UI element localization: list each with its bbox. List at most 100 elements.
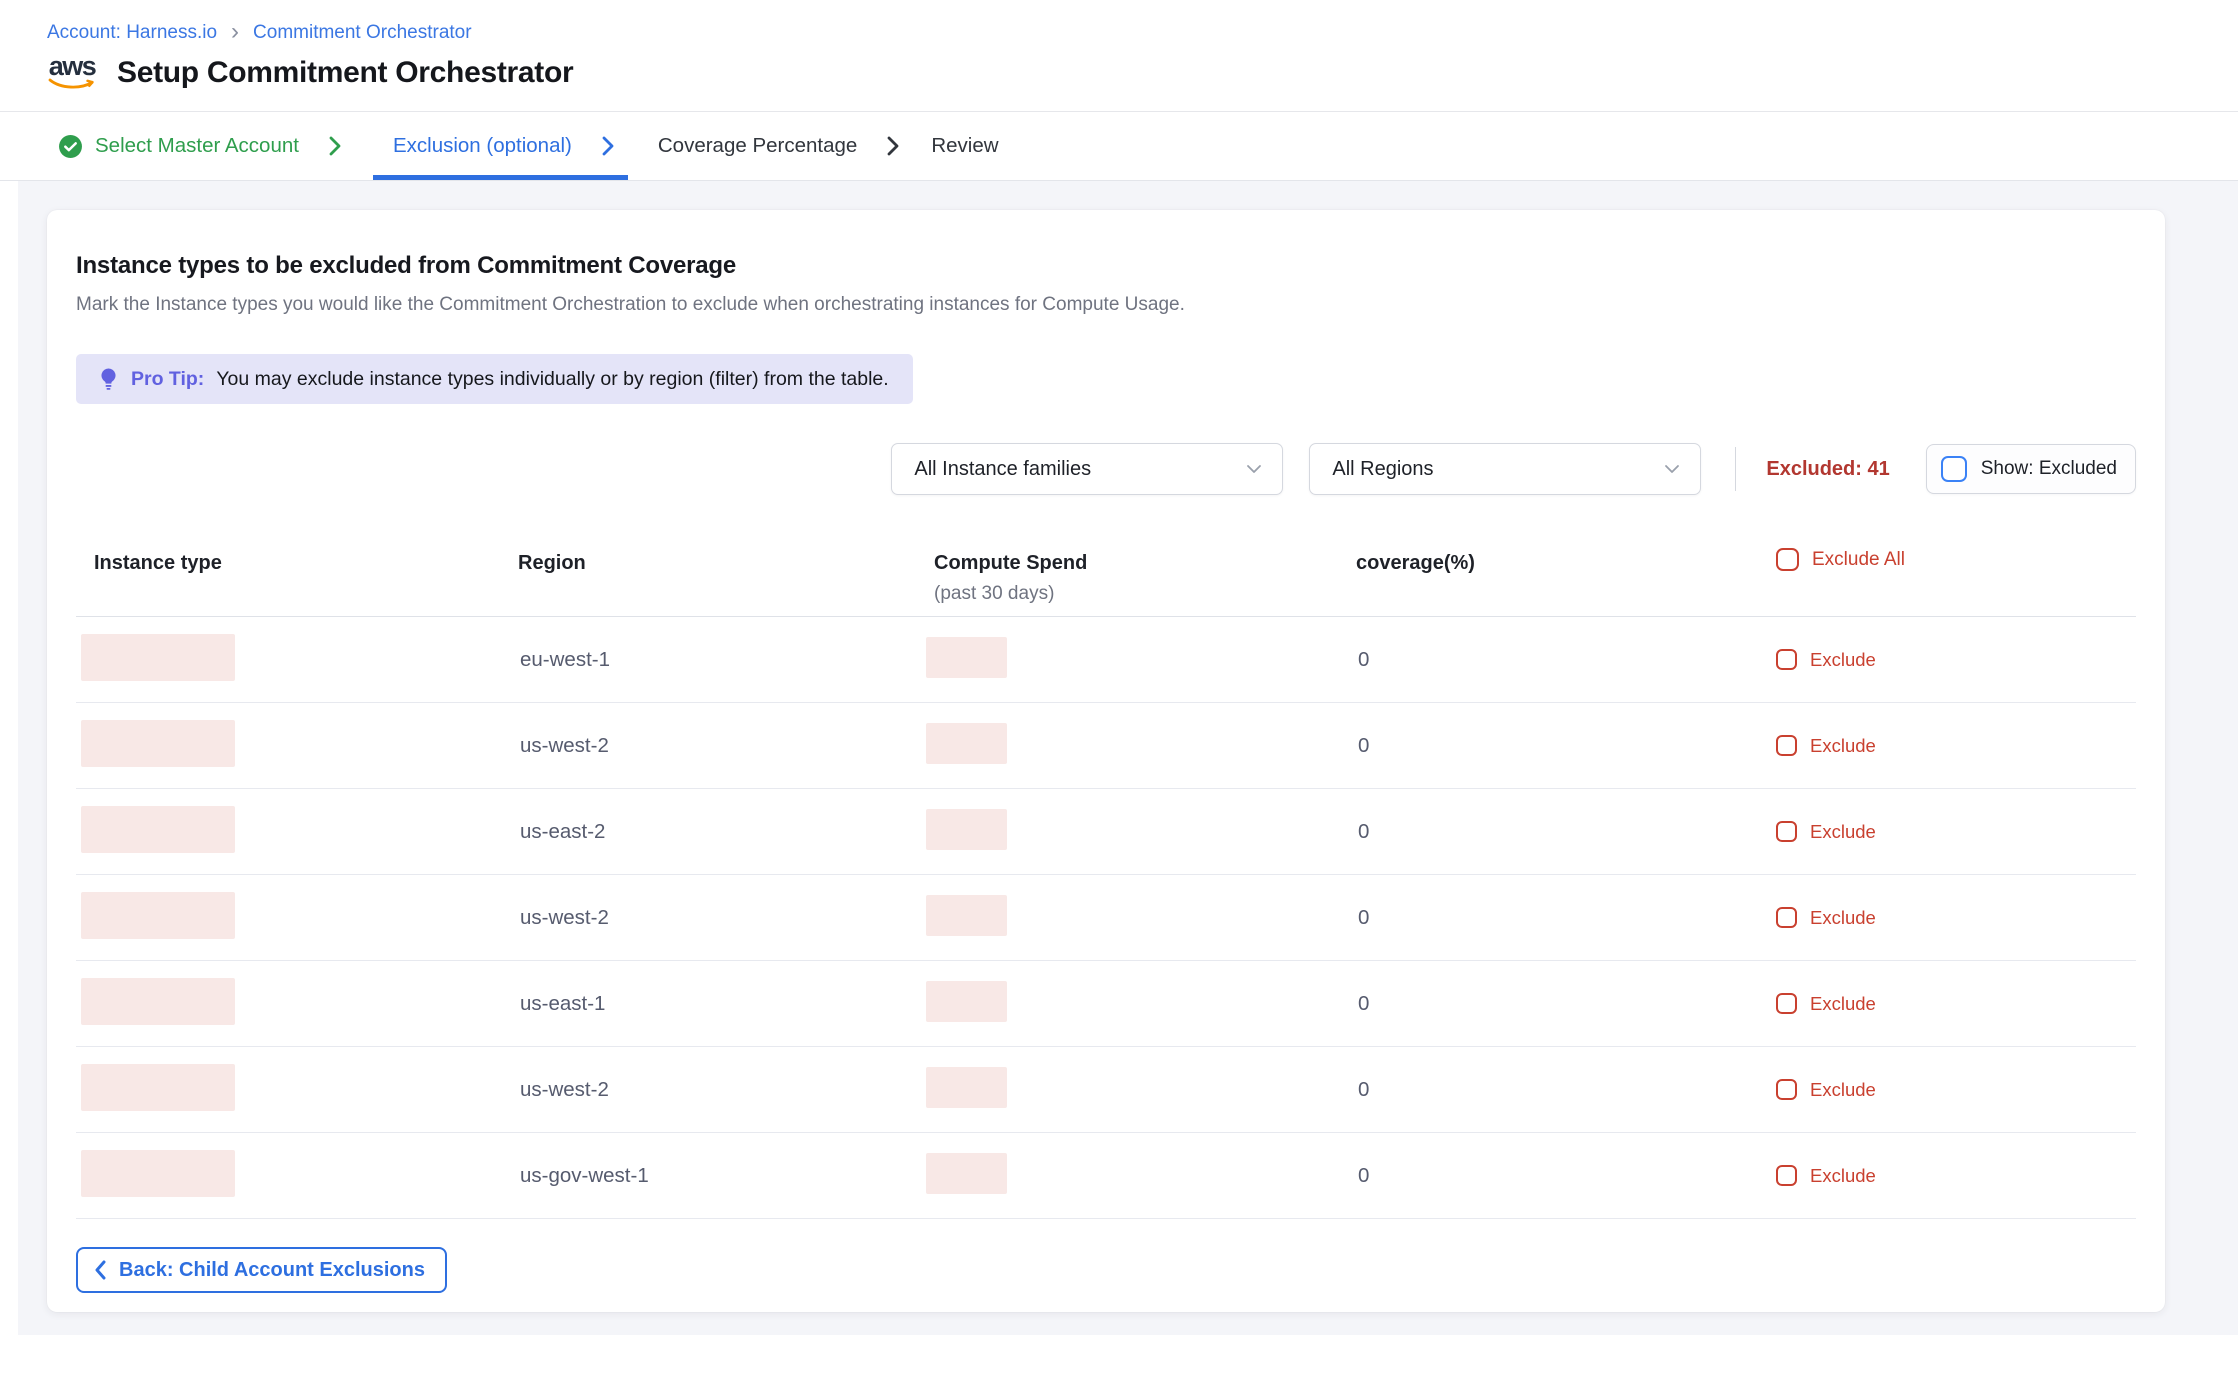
step-label: Coverage Percentage bbox=[658, 134, 857, 158]
chevron-left-icon bbox=[94, 1260, 107, 1280]
redacted-compute-spend bbox=[926, 1067, 1007, 1108]
show-excluded-checkbox[interactable] bbox=[1941, 456, 1967, 482]
exclude-checkbox[interactable] bbox=[1776, 993, 1797, 1014]
breadcrumb-separator-icon: › bbox=[231, 22, 239, 41]
chevron-right-icon bbox=[327, 134, 343, 158]
exclude-control[interactable]: Exclude bbox=[1768, 907, 2136, 929]
table-row: us-west-2 0 Exclude bbox=[76, 703, 2136, 789]
region-cell: us-gov-west-1 bbox=[510, 1164, 926, 1188]
lightbulb-icon bbox=[98, 366, 119, 392]
show-excluded-label: Show: Excluded bbox=[1981, 458, 2117, 480]
exclude-control[interactable]: Exclude bbox=[1768, 821, 2136, 843]
exclude-label: Exclude bbox=[1810, 907, 1876, 929]
pro-tip-banner: Pro Tip: You may exclude instance types … bbox=[76, 354, 913, 404]
table-row: us-gov-west-1 0 Exclude bbox=[76, 1133, 2136, 1219]
step-label: Exclusion (optional) bbox=[393, 134, 572, 158]
instance-families-select[interactable]: All Instance families bbox=[891, 443, 1283, 495]
exclude-all-label: Exclude All bbox=[1812, 549, 1905, 571]
region-cell: us-east-2 bbox=[510, 820, 926, 844]
back-button[interactable]: Back: Child Account Exclusions bbox=[76, 1247, 447, 1293]
exclude-checkbox[interactable] bbox=[1776, 1079, 1797, 1100]
redacted-instance-type bbox=[81, 978, 235, 1025]
redacted-instance-type bbox=[81, 634, 235, 681]
region-cell: us-west-2 bbox=[510, 734, 926, 758]
exclude-label: Exclude bbox=[1810, 1165, 1876, 1187]
redacted-compute-spend bbox=[926, 809, 1007, 850]
table-header: Instance type Region Compute Spend (past… bbox=[76, 546, 2136, 617]
check-circle-icon bbox=[58, 134, 83, 159]
redacted-compute-spend bbox=[926, 981, 1007, 1022]
coverage-cell: 0 bbox=[1348, 734, 1768, 758]
table-row: eu-west-1 0 Exclude bbox=[76, 617, 2136, 703]
table-row: us-east-1 0 Exclude bbox=[76, 961, 2136, 1047]
col-exclude-all: Exclude All bbox=[1768, 546, 2136, 571]
breadcrumb: Account: Harness.io › Commitment Orchest… bbox=[47, 22, 2238, 44]
filters-row: All Instance families All Regions Exclud… bbox=[76, 443, 2136, 495]
excluded-count: Excluded: 41 bbox=[1766, 458, 1889, 481]
redacted-compute-spend bbox=[926, 895, 1007, 936]
region-cell: us-west-2 bbox=[510, 1078, 926, 1102]
exclude-label: Exclude bbox=[1810, 821, 1876, 843]
instance-families-value: All Instance families bbox=[914, 458, 1091, 481]
aws-smile-icon bbox=[48, 78, 96, 91]
filters-divider bbox=[1735, 447, 1736, 491]
breadcrumb-account-link[interactable]: Account: Harness.io bbox=[47, 22, 217, 44]
exclude-label: Exclude bbox=[1810, 735, 1876, 757]
coverage-cell: 0 bbox=[1348, 1164, 1768, 1188]
content-area: Instance types to be excluded from Commi… bbox=[18, 181, 2238, 1335]
exclude-checkbox[interactable] bbox=[1776, 649, 1797, 670]
coverage-cell: 0 bbox=[1348, 1078, 1768, 1102]
step-review[interactable]: Review bbox=[931, 112, 998, 180]
step-select-master-account[interactable]: Select Master Account bbox=[58, 112, 343, 180]
exclude-checkbox[interactable] bbox=[1776, 1165, 1797, 1186]
exclude-checkbox[interactable] bbox=[1776, 907, 1797, 928]
exclude-label: Exclude bbox=[1810, 649, 1876, 671]
redacted-instance-type bbox=[81, 1150, 235, 1197]
step-coverage-percentage[interactable]: Coverage Percentage bbox=[658, 112, 901, 180]
region-cell: us-west-2 bbox=[510, 906, 926, 930]
redacted-instance-type bbox=[81, 720, 235, 767]
step-label: Select Master Account bbox=[95, 134, 299, 158]
coverage-cell: 0 bbox=[1348, 820, 1768, 844]
aws-logo-text: aws bbox=[49, 54, 96, 78]
exclude-control[interactable]: Exclude bbox=[1768, 1079, 2136, 1101]
card-subheading: Mark the Instance types you would like t… bbox=[76, 294, 2136, 316]
regions-select[interactable]: All Regions bbox=[1309, 443, 1701, 495]
step-exclusion[interactable]: Exclusion (optional) bbox=[373, 112, 628, 180]
exclude-control[interactable]: Exclude bbox=[1768, 649, 2136, 671]
redacted-compute-spend bbox=[926, 723, 1007, 764]
redacted-instance-type bbox=[81, 806, 235, 853]
exclude-control[interactable]: Exclude bbox=[1768, 1165, 2136, 1187]
redacted-instance-type bbox=[81, 1064, 235, 1111]
pro-tip-text: You may exclude instance types individua… bbox=[216, 368, 888, 391]
redacted-compute-spend bbox=[926, 1153, 1007, 1194]
breadcrumb-page-link[interactable]: Commitment Orchestrator bbox=[253, 22, 472, 44]
region-cell: eu-west-1 bbox=[510, 648, 926, 672]
col-coverage: coverage(%) bbox=[1348, 546, 1768, 575]
page-title: Setup Commitment Orchestrator bbox=[117, 56, 573, 90]
region-cell: us-east-1 bbox=[510, 992, 926, 1016]
page-header: Account: Harness.io › Commitment Orchest… bbox=[0, 0, 2238, 112]
exclusion-card: Instance types to be excluded from Commi… bbox=[47, 210, 2165, 1312]
col-region: Region bbox=[510, 546, 926, 575]
redacted-compute-spend bbox=[926, 637, 1007, 678]
setup-stepper: Select Master Account Exclusion (optiona… bbox=[0, 112, 2238, 181]
exclude-label: Exclude bbox=[1810, 993, 1876, 1015]
exclude-label: Exclude bbox=[1810, 1079, 1876, 1101]
show-excluded-toggle[interactable]: Show: Excluded bbox=[1926, 444, 2136, 494]
regions-value: All Regions bbox=[1332, 458, 1433, 481]
exclude-checkbox[interactable] bbox=[1776, 821, 1797, 842]
table-row: us-east-2 0 Exclude bbox=[76, 789, 2136, 875]
compute-spend-subtitle: (past 30 days) bbox=[934, 583, 1348, 605]
coverage-cell: 0 bbox=[1348, 906, 1768, 930]
step-label: Review bbox=[931, 134, 998, 158]
col-compute-spend: Compute Spend (past 30 days) bbox=[926, 546, 1348, 605]
col-instance-type: Instance type bbox=[76, 546, 510, 575]
exclude-control[interactable]: Exclude bbox=[1768, 993, 2136, 1015]
table-row: us-west-2 0 Exclude bbox=[76, 1047, 2136, 1133]
table-row: us-west-2 0 Exclude bbox=[76, 875, 2136, 961]
exclude-control[interactable]: Exclude bbox=[1768, 735, 2136, 757]
exclude-all-checkbox[interactable] bbox=[1776, 548, 1799, 571]
exclude-checkbox[interactable] bbox=[1776, 735, 1797, 756]
coverage-cell: 0 bbox=[1348, 648, 1768, 672]
